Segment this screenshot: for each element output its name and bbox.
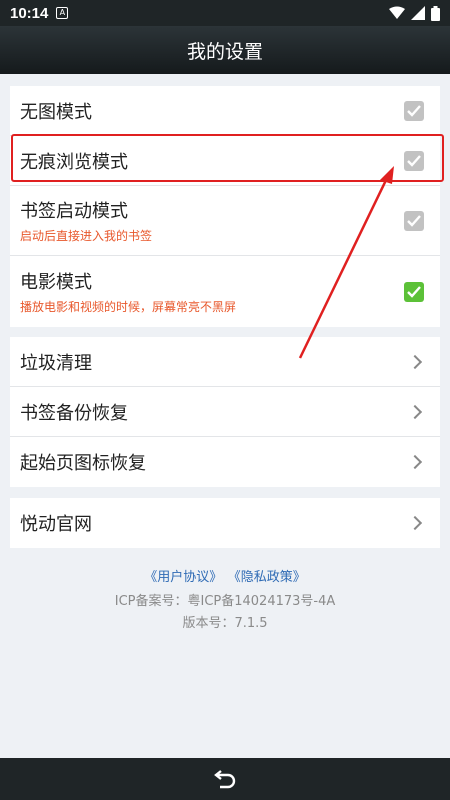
setting-title: 书签启动模式 (20, 201, 128, 222)
setting-row-movie-mode[interactable]: 电影模式 播放电影和视频的时候，屏幕常亮不黑屏 (10, 256, 440, 327)
setting-title: 无痕浏览模式 (20, 151, 128, 173)
icp-number: ICP备案号：粤ICP备14024173号-4A (114, 594, 336, 609)
setting-subtitle: 启动后直接进入我的书签 (20, 229, 153, 243)
setting-row-clean-cache[interactable]: 垃圾清理 (10, 337, 440, 387)
version-number: 版本号：7.1.5 (182, 616, 268, 631)
setting-subtitle: 播放电影和视频的时候，屏幕常亮不黑屏 (20, 300, 237, 314)
setting-row-homepage-icon-restore[interactable]: 起始页图标恢复 (10, 437, 440, 487)
setting-title: 起始页图标恢复 (20, 453, 146, 474)
check-icon (407, 104, 421, 117)
chevron-right-icon (407, 515, 423, 531)
battery-icon (431, 5, 440, 21)
setting-row-bookmark-start-mode[interactable]: 书签启动模式 启动后直接进入我的书签 (10, 186, 440, 256)
chevron-right-icon (407, 354, 423, 369)
wifi-icon (389, 6, 405, 19)
setting-title: 电影模式 (20, 272, 92, 293)
legal-links: 《用户协议》 《隐私政策》 (0, 566, 450, 585)
toggle-settings-group: 无图模式 无痕浏览模式 书签启动模式 启动后直接进入我的书签 电影模式 播放电影… (10, 86, 440, 327)
signal-icon (411, 6, 425, 20)
movie-mode-checkbox[interactable] (404, 281, 424, 302)
status-time: 10:14 (10, 4, 49, 22)
chevron-right-icon (407, 404, 423, 419)
chevron-right-icon (407, 454, 423, 470)
check-icon (407, 154, 421, 167)
setting-row-official-website[interactable]: 悦动官网 (10, 498, 440, 548)
bottom-navbar (0, 758, 450, 800)
setting-title: 书签备份恢复 (20, 402, 128, 424)
check-icon (407, 214, 421, 227)
back-icon[interactable] (213, 768, 237, 790)
page-title: 我的设置 (186, 40, 263, 63)
title-bar: 我的设置 (0, 26, 450, 74)
status-bar: 10:14 A (0, 0, 450, 26)
user-agreement-link[interactable]: 《用户协议》 (144, 570, 222, 585)
check-icon (407, 285, 421, 298)
setting-title: 垃圾清理 (20, 352, 92, 374)
notification-icon: A (56, 7, 69, 19)
action-settings-group: 垃圾清理 书签备份恢复 起始页图标恢复 (10, 337, 440, 487)
setting-row-no-image-mode[interactable]: 无图模式 (10, 86, 440, 136)
settings-content: 无图模式 无痕浏览模式 书签启动模式 启动后直接进入我的书签 电影模式 播放电影… (0, 74, 450, 758)
status-icons (389, 5, 440, 21)
bookmark-start-mode-checkbox[interactable] (404, 210, 424, 231)
setting-row-bookmark-backup[interactable]: 书签备份恢复 (10, 387, 440, 437)
website-group: 悦动官网 (10, 498, 440, 548)
setting-title: 无图模式 (20, 101, 92, 123)
setting-title: 悦动官网 (20, 514, 92, 535)
incognito-mode-checkbox[interactable] (404, 150, 424, 171)
setting-row-incognito-mode[interactable]: 无痕浏览模式 (10, 136, 440, 186)
no-image-mode-checkbox[interactable] (404, 100, 424, 121)
privacy-policy-link[interactable]: 《隐私政策》 (234, 570, 306, 585)
